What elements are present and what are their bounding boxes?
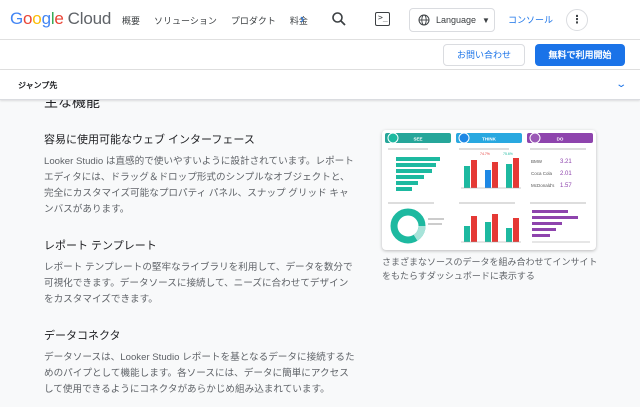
google-cloud-logo[interactable]: Google Cloud: [10, 9, 111, 29]
dashboard-screenshot: SEE THINK DO 74.7% 75.6% BMW 3.21 Coca C…: [382, 130, 596, 250]
check-icon: [529, 132, 541, 144]
see-bar: [396, 187, 412, 191]
see-bar: [396, 169, 432, 173]
think-bar: [485, 170, 491, 188]
globe-icon: [418, 14, 430, 26]
do-bar: [532, 234, 550, 237]
console-link[interactable]: コンソール: [508, 13, 553, 26]
feature-text-report-templates: レポート テンプレートの堅牢なライブラリを利用して、データを数分で可視化できます…: [44, 262, 353, 305]
language-label: Language: [436, 15, 477, 25]
think-bar: [464, 226, 470, 242]
caret-down-icon: ▼: [482, 15, 490, 25]
search-icon[interactable]: [330, 10, 348, 28]
dashboard-illustration: SEE THINK DO 74.7% 75.6% BMW 3.21 Coca C…: [385, 132, 593, 244]
dashboard-caption: さまざまなソースのデータを組み合わせてインサイトをもたらすダッシュボードに表示す…: [382, 257, 598, 281]
do-bar: [532, 216, 578, 219]
section-heading: 主な機能: [44, 100, 100, 110]
do-title: DO: [557, 137, 564, 142]
nav-link-products[interactable]: プロダクト: [231, 14, 276, 27]
think-title: THINK: [482, 137, 496, 142]
do-row-label: Coca Cola: [531, 171, 553, 176]
see-bar: [396, 163, 436, 167]
do-row-value: 3.21: [560, 159, 572, 165]
see-bar: [396, 175, 424, 179]
think-bar: [471, 216, 477, 242]
think-bar: [471, 160, 477, 188]
think-pct-1: 74.7%: [480, 152, 490, 156]
language-selector[interactable]: Language ▼: [409, 8, 495, 32]
do-bar: [532, 222, 562, 225]
think-bar: [492, 214, 498, 242]
nav-link-overview[interactable]: 概要: [122, 14, 140, 27]
think-pct-2: 75.6%: [503, 152, 513, 156]
do-row-value: 1.57: [560, 183, 572, 189]
start-free-button[interactable]: 無料で利用開始: [535, 44, 625, 66]
top-navigation: Google Cloud 概要 ソリューション プロダクト 料金 › >_ Lan…: [0, 0, 640, 40]
cloud-shell-icon[interactable]: >_: [375, 12, 390, 26]
jump-to-bar[interactable]: ジャンプ先 ⌄: [0, 70, 640, 100]
nav-scroll-right-icon[interactable]: ›: [300, 12, 304, 26]
bulb-icon: [387, 132, 399, 144]
feature-title-data-connectors: データコネクタ: [44, 330, 121, 342]
nav-links: 概要 ソリューション プロダクト 料金: [122, 0, 322, 40]
feature-title-report-templates: レポート テンプレート: [44, 240, 157, 252]
think-bar: [464, 166, 470, 188]
do-row-label: McDonald's: [531, 183, 555, 188]
feature-title-web-interface: 容易に使用可能なウェブ インターフェース: [44, 134, 255, 146]
more-options-icon[interactable]: ⋮: [566, 9, 588, 31]
think-bar: [506, 164, 512, 188]
think-bar: [485, 222, 491, 242]
feature-text-web-interface: Looker Studio は直感的で使いやすいように設計されています。レポート…: [44, 156, 354, 215]
think-bar: [513, 158, 519, 188]
nav-link-solutions[interactable]: ソリューション: [154, 14, 217, 27]
main-content: 主な機能 容易に使用可能なウェブ インターフェース Looker Studio …: [0, 100, 640, 407]
think-bar: [492, 162, 498, 188]
contact-button[interactable]: お問い合わせ: [443, 44, 525, 66]
nav-link-pricing[interactable]: 料金: [290, 14, 308, 27]
jump-to-label: ジャンプ先: [18, 81, 58, 90]
think-bar: [513, 218, 519, 242]
do-bar: [532, 228, 556, 231]
see-title: SEE: [413, 137, 422, 142]
brain-icon: [458, 132, 470, 144]
do-row-value: 2.01: [560, 171, 572, 177]
do-row-label: BMW: [531, 159, 543, 164]
see-bar: [396, 181, 418, 185]
think-bar: [506, 228, 512, 242]
action-bar: お問い合わせ 無料で利用開始: [0, 40, 640, 70]
see-bar: [396, 157, 440, 161]
do-bar: [532, 210, 568, 213]
feature-text-data-connectors: データソースは、Looker Studio レポートを基となるデータに接続するた…: [44, 352, 355, 395]
chevron-down-icon[interactable]: ⌄: [615, 79, 627, 90]
